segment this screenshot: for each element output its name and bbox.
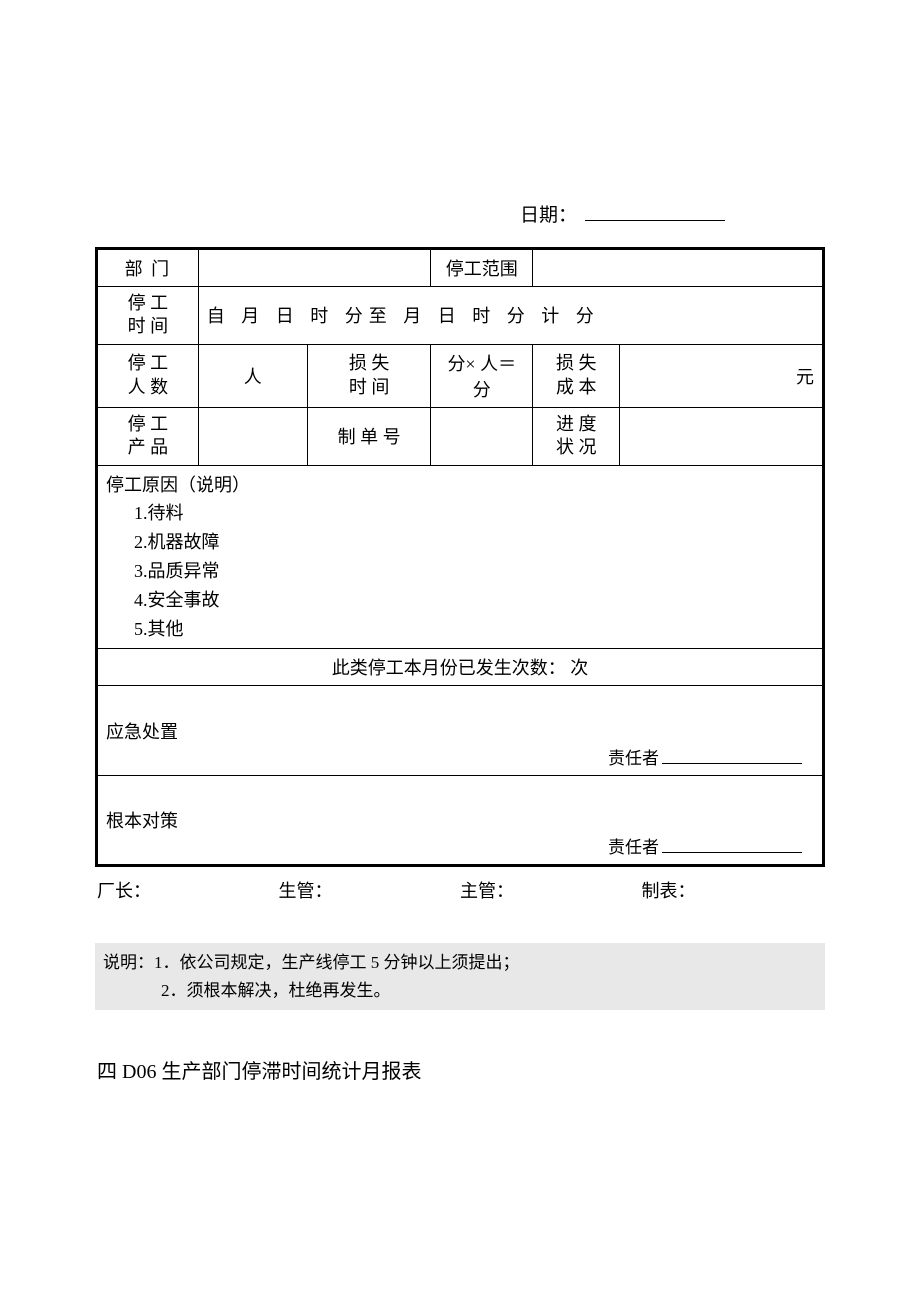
loss-time-label: 损 失时 间 [307, 344, 431, 407]
root-cause-responsible-blank[interactable] [662, 852, 802, 853]
department-label: 部 门 [97, 249, 199, 287]
root-cause-label: 根本对策 [106, 807, 814, 833]
sign-supervisor[interactable]: 主管： [460, 877, 642, 903]
notes-section: 说明：1．依公司规定，生产线停工 5 分钟以上须提出； 2．须根本解决，杜绝再发… [95, 943, 825, 1009]
emergency-responsible: 责任者 [608, 744, 802, 769]
emergency-label: 应急处置 [106, 718, 814, 744]
stop-range-value[interactable] [533, 249, 824, 287]
department-value[interactable] [198, 249, 431, 287]
progress-value[interactable] [620, 407, 824, 465]
emergency-section[interactable]: 应急处置 责任者 [97, 686, 824, 776]
loss-cost-value[interactable]: 元 [620, 344, 824, 407]
stop-product-value[interactable] [198, 407, 307, 465]
order-no-value[interactable] [431, 407, 533, 465]
emergency-responsible-blank[interactable] [662, 763, 802, 764]
reason-2: 2.机器故障 [106, 528, 814, 557]
sign-production[interactable]: 生管： [279, 877, 461, 903]
date-header: 日期： [95, 200, 825, 227]
monthly-count-row: 此类停工本月份已发生次数： 次 [97, 649, 824, 686]
main-form-table: 部 门 停工范围 停 工时 间 自 月 日 时 分至 月 日 时 分 计 分 停… [95, 247, 825, 867]
stop-time-label: 停 工时 间 [97, 287, 199, 345]
reason-5: 5.其他 [106, 615, 814, 644]
date-blank[interactable] [585, 220, 725, 221]
root-cause-responsible: 责任者 [608, 833, 802, 858]
stop-product-label: 停 工产 品 [97, 407, 199, 465]
stop-people-value[interactable]: 人 [198, 344, 307, 407]
progress-label: 进 度状 况 [533, 407, 620, 465]
notes-line-1: 说明：1．依公司规定，生产线停工 5 分钟以上须提出； [103, 949, 817, 976]
root-cause-section[interactable]: 根本对策 责任者 [97, 776, 824, 866]
reasons-title: 停工原因（说明） [106, 471, 814, 500]
stop-people-label: 停 工人 数 [97, 344, 199, 407]
sign-factory[interactable]: 厂长： [97, 877, 279, 903]
next-form-title: 四 D06 生产部门停滞时间统计月报表 [95, 1055, 825, 1084]
stop-range-label: 停工范围 [431, 249, 533, 287]
notes-line-2: 2．须根本解决，杜绝再发生。 [103, 977, 817, 1004]
date-label: 日期： [520, 205, 577, 226]
reason-1: 1.待料 [106, 499, 814, 528]
order-no-label: 制 单 号 [307, 407, 431, 465]
reasons-section[interactable]: 停工原因（说明） 1.待料 2.机器故障 3.品质异常 4.安全事故 5.其他 [97, 465, 824, 649]
reason-4: 4.安全事故 [106, 586, 814, 615]
stop-time-value[interactable]: 自 月 日 时 分至 月 日 时 分 计 分 [198, 287, 823, 345]
signature-row: 厂长： 生管： 主管： 制表： [95, 877, 825, 903]
sign-preparer[interactable]: 制表： [642, 877, 824, 903]
loss-calc-value[interactable]: 分× 人＝ 分 [431, 344, 533, 407]
loss-cost-label: 损 失成 本 [533, 344, 620, 407]
reason-3: 3.品质异常 [106, 557, 814, 586]
